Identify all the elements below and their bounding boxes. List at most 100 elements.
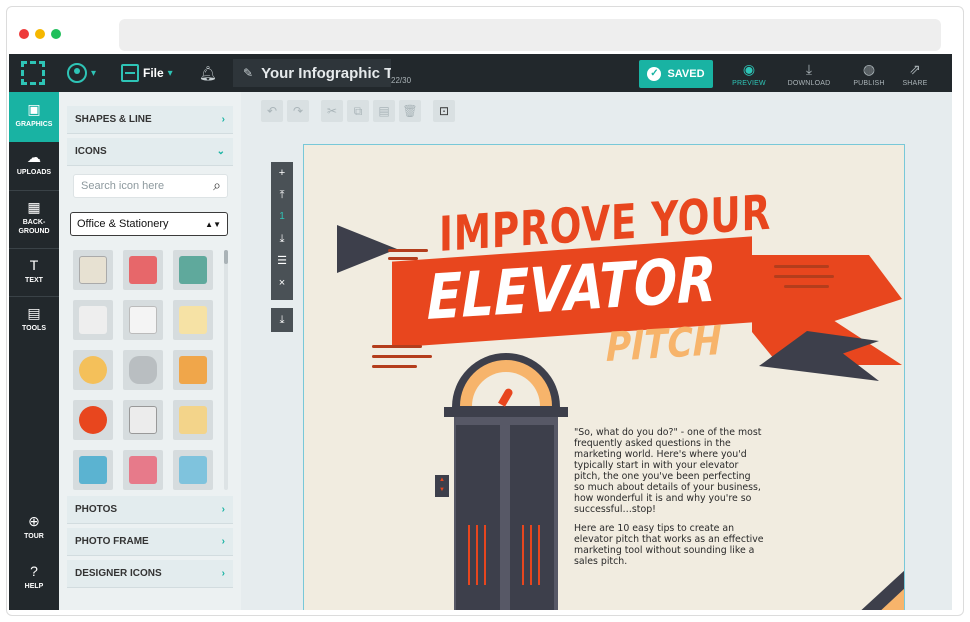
- eye-icon: ◉: [742, 61, 756, 77]
- chevron-right-icon: ›: [221, 114, 225, 125]
- notifications-button[interactable]: 🔔︎: [199, 62, 217, 84]
- zoom-controls: + ⤒ 1 ⤓ ☰ ×: [271, 162, 293, 300]
- section-label: PHOTOS: [75, 504, 118, 515]
- nav-background-label: BACK- GROUND: [18, 219, 50, 235]
- nav-tools[interactable]: ▤ TOOLS: [9, 304, 59, 333]
- bell-icon: 🔔︎: [199, 64, 217, 81]
- chevron-right-icon: ›: [221, 536, 225, 547]
- chevron-down-icon: ▾: [91, 67, 97, 79]
- trash-icon[interactable]: 🗑︎: [399, 100, 421, 122]
- copy-icon[interactable]: ⧉: [347, 100, 369, 122]
- divider: [9, 190, 59, 191]
- icon-lightbulb[interactable]: [73, 350, 113, 390]
- icon-microphone[interactable]: [123, 350, 163, 390]
- pencil-icon: ✎: [243, 66, 254, 80]
- account-menu[interactable]: ▾: [67, 62, 96, 84]
- intro-paragraph[interactable]: "So, what do you do?" - one of the most …: [574, 427, 764, 515]
- nav-text[interactable]: T TEXT: [9, 256, 59, 285]
- infographic-page[interactable]: IMPROVE YOUR ELEVATOR PITCH ▲ ▼ "So, what…: [303, 144, 905, 610]
- nav-background[interactable]: ▦ BACK- GROUND: [9, 198, 59, 236]
- section-photos[interactable]: PHOTOS ›: [67, 496, 233, 524]
- zoom-in-icon[interactable]: +: [271, 162, 293, 184]
- decor-dash: [784, 285, 829, 288]
- nav-graphics-label: GRAPHICS: [15, 121, 53, 128]
- icon-search-input[interactable]: [81, 180, 201, 192]
- icon-radio-teal[interactable]: [173, 250, 213, 290]
- close-icon[interactable]: ×: [271, 272, 293, 294]
- saved-button[interactable]: ✓ SAVED: [639, 60, 713, 88]
- icon-laptop-pink[interactable]: [123, 450, 163, 490]
- divider: [9, 248, 59, 249]
- icon-whiteboard-1[interactable]: [73, 300, 113, 340]
- category-select[interactable]: Office & Stationery ▲▼: [70, 212, 228, 236]
- panel-scrollbar[interactable]: [224, 250, 228, 490]
- nav-uploads-label: UPLOADS: [16, 169, 52, 176]
- page-down-icon[interactable]: ⤓: [271, 228, 293, 250]
- toolbox-icon: ▤: [27, 305, 41, 321]
- decor-dash: [372, 345, 422, 348]
- fit-page-icon[interactable]: ☰: [271, 250, 293, 272]
- download-button[interactable]: ⤓ DOWNLOAD: [781, 60, 837, 87]
- icon-laptop-light[interactable]: [173, 450, 213, 490]
- paste-icon[interactable]: ▤: [373, 100, 395, 122]
- infographic-title: Your Infographic Title: [261, 64, 391, 82]
- minimize-dot[interactable]: [35, 29, 45, 39]
- redo-icon[interactable]: ↷: [287, 100, 309, 122]
- nav-tour[interactable]: ⊕ TOUR: [9, 512, 59, 541]
- cloud-upload-icon: ☁: [27, 149, 41, 165]
- preview-button[interactable]: ◉ PREVIEW: [721, 60, 777, 87]
- share-button[interactable]: ⇗ SHARE: [887, 60, 943, 87]
- headline-line3[interactable]: PITCH: [606, 318, 722, 371]
- icon-newspaper[interactable]: [73, 250, 113, 290]
- icon-search-field[interactable]: ⌕: [73, 174, 228, 198]
- question-icon: ?: [30, 563, 38, 579]
- decor-dash: [372, 355, 432, 358]
- collapse-icon[interactable]: ⤓: [271, 308, 293, 332]
- icon-grid: [73, 250, 223, 490]
- door-stripe: [484, 525, 486, 585]
- app-logo-icon[interactable]: [21, 61, 45, 85]
- nav-graphics[interactable]: ▣ GRAPHICS: [9, 92, 59, 142]
- title-char-count: 22/30: [391, 76, 412, 85]
- divider: [9, 296, 59, 297]
- tips-paragraph[interactable]: Here are 10 easy tips to create an eleva…: [574, 523, 764, 567]
- icon-whiteboard-2[interactable]: [123, 300, 163, 340]
- icon-megaphone[interactable]: [173, 350, 213, 390]
- icon-radio-red[interactable]: [123, 250, 163, 290]
- cut-icon[interactable]: ✂: [321, 100, 343, 122]
- section-icons[interactable]: ICONS ⌄: [67, 138, 233, 166]
- section-photo-frame[interactable]: PHOTO FRAME ›: [67, 528, 233, 556]
- title-input[interactable]: ✎ Your Infographic Title: [233, 59, 391, 87]
- icon-notepad[interactable]: [173, 300, 213, 340]
- scrollbar-thumb[interactable]: [224, 250, 228, 264]
- chevron-down-icon: ▾: [167, 67, 173, 79]
- decor-dash: [774, 275, 834, 278]
- nav-uploads[interactable]: ☁ UPLOADS: [9, 148, 59, 177]
- search-icon[interactable]: ⌕: [213, 177, 221, 194]
- close-dot[interactable]: [19, 29, 29, 39]
- select-area-icon[interactable]: ⊡: [433, 100, 455, 122]
- nav-help[interactable]: ? HELP: [9, 562, 59, 591]
- icon-monitor-yellow[interactable]: [173, 400, 213, 440]
- signpost-icon: ⊕: [28, 513, 40, 529]
- preview-label: PREVIEW: [732, 80, 766, 87]
- download-icon: ⤓: [805, 61, 813, 77]
- elevator-door-left: [456, 425, 500, 610]
- file-menu[interactable]: File ▾: [121, 62, 173, 84]
- icon-documents[interactable]: [123, 400, 163, 440]
- section-label: DESIGNER ICONS: [75, 568, 162, 579]
- decor-dash: [388, 257, 418, 260]
- section-designer-icons[interactable]: DESIGNER ICONS ›: [67, 560, 233, 588]
- section-shapes-line[interactable]: SHAPES & LINE ›: [67, 106, 233, 134]
- graphics-panel: SHAPES & LINE › ICONS ⌄ ⌕ Office & Stati…: [59, 92, 241, 610]
- door-stripe: [476, 525, 478, 585]
- page-up-icon[interactable]: ⤒: [271, 184, 293, 206]
- zoom-level: 1: [279, 211, 285, 222]
- icon-clock[interactable]: [73, 400, 113, 440]
- top-toolbar: ▾ File ▾ 🔔︎ ✎ Your Infographic Title 22/…: [9, 54, 952, 92]
- decor-dash: [372, 365, 417, 368]
- address-bar[interactable]: [119, 19, 941, 51]
- maximize-dot[interactable]: [51, 29, 61, 39]
- undo-icon[interactable]: ↶: [261, 100, 283, 122]
- icon-laptop-blue[interactable]: [73, 450, 113, 490]
